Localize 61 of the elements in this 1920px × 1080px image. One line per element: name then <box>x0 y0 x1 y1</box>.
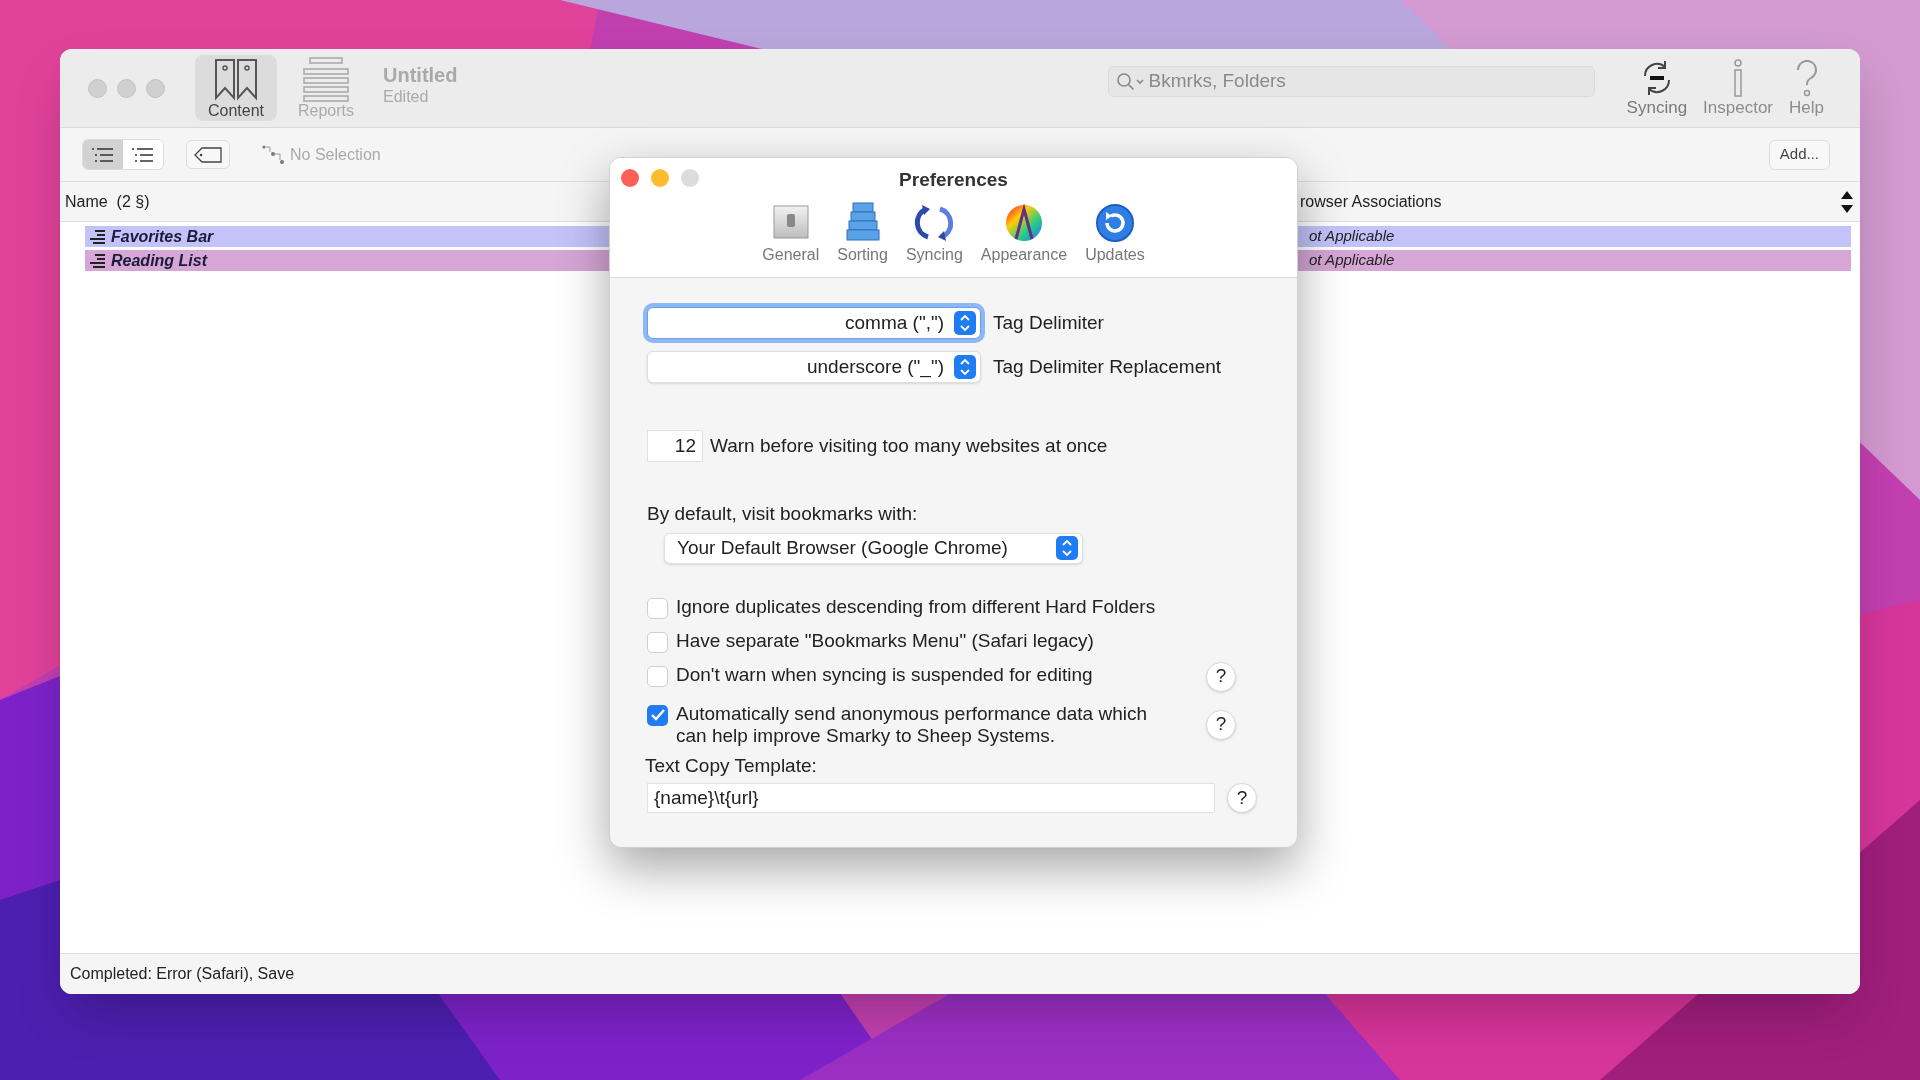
help-button[interactable]: ? <box>1206 709 1236 740</box>
window-control-button[interactable] <box>651 169 669 187</box>
status-text: Completed: Error (Safari), Save <box>70 964 295 984</box>
table-cell-text: Favorites Bar <box>111 226 214 247</box>
popup-button[interactable]: underscore ("_") <box>647 351 981 383</box>
window-control-button[interactable] <box>88 78 107 98</box>
checkbox[interactable] <box>647 631 668 653</box>
selection-label: No Selection <box>290 144 381 165</box>
popup-button[interactable]: Your Default Browser (Google Chrome) <box>664 532 1083 564</box>
window-control-button[interactable] <box>117 78 136 98</box>
checkbox-label: Have separate "Bookmarks Menu" (Safari legacy) <box>676 629 1095 652</box>
table-cell-text: ot Applicable <box>1309 226 1396 247</box>
preferences-tab[interactable]: Updates <box>1077 200 1153 271</box>
checkbox[interactable] <box>647 597 668 619</box>
window-title: Untitled <box>383 63 458 87</box>
info-icon <box>1733 58 1744 98</box>
checkbox[interactable] <box>647 704 668 726</box>
list-icon <box>131 146 155 163</box>
outline-view-button[interactable] <box>83 140 123 169</box>
toolbar-tab[interactable]: Content <box>195 55 277 121</box>
column-header[interactable]: rowser Associations <box>1300 189 1840 214</box>
preferences-tab[interactable]: Syncing <box>897 200 971 271</box>
field-label: By default, visit bookmarks with: <box>647 502 919 526</box>
number-field[interactable]: 12 <box>647 430 703 462</box>
window-control-button[interactable] <box>681 169 699 187</box>
preferences-tab[interactable]: Appearance <box>972 200 1076 271</box>
toolbar-button[interactable]: Syncing <box>1626 58 1688 118</box>
preferences-tab[interactable]: General <box>754 200 828 271</box>
folder-list-icon <box>89 253 107 268</box>
tag-icon <box>194 146 222 163</box>
stepper-icon <box>954 355 976 379</box>
stepper-icon <box>1056 536 1078 560</box>
checkbox-label: Don't warn when syncing is suspended for editing <box>676 663 1094 686</box>
checkbox-label: Automatically send anonymous performance data which can help improve Smarky to Sheep Systems. <box>676 702 1149 747</box>
checkbox-label: Ignore duplicates descending from different Hard Folders <box>676 595 1157 618</box>
table-cell-text: ot Applicable <box>1309 250 1396 271</box>
list-icon <box>91 146 115 163</box>
table-cell-text: Reading List <box>111 250 207 271</box>
field-label: Tag Delimiter Replacement <box>993 354 1222 379</box>
preferences-tab[interactable]: Sorting <box>829 200 896 271</box>
hierarchy-icon <box>262 144 286 165</box>
checkbox[interactable] <box>647 665 668 687</box>
add-button[interactable]: Add... <box>1768 139 1830 170</box>
dialog-title: Preferences <box>899 168 1008 192</box>
outline-view-button[interactable] <box>123 140 163 169</box>
field-label: Text Copy Template: <box>645 753 818 778</box>
field-label: Tag Delimiter <box>993 310 1104 335</box>
list-icon <box>300 56 352 102</box>
window-control-button[interactable] <box>621 169 639 187</box>
sort-icon <box>1840 189 1854 214</box>
window-subtitle: Edited <box>383 87 430 107</box>
tag-button[interactable] <box>186 140 230 169</box>
help-button[interactable]: ? <box>1227 783 1257 813</box>
window-control-button[interactable] <box>146 78 165 98</box>
template-field[interactable]: {name}\t{url} <box>647 783 1215 813</box>
help-button[interactable]: ? <box>1206 661 1236 692</box>
stepper-icon <box>954 311 976 335</box>
search-field[interactable]: Bkmrks, Folders <box>1107 65 1595 97</box>
column-header[interactable]: Name (2 §) <box>65 189 150 214</box>
folder-list-icon <box>89 229 107 244</box>
field-label: Warn before visiting too many websites at once <box>710 433 1108 458</box>
